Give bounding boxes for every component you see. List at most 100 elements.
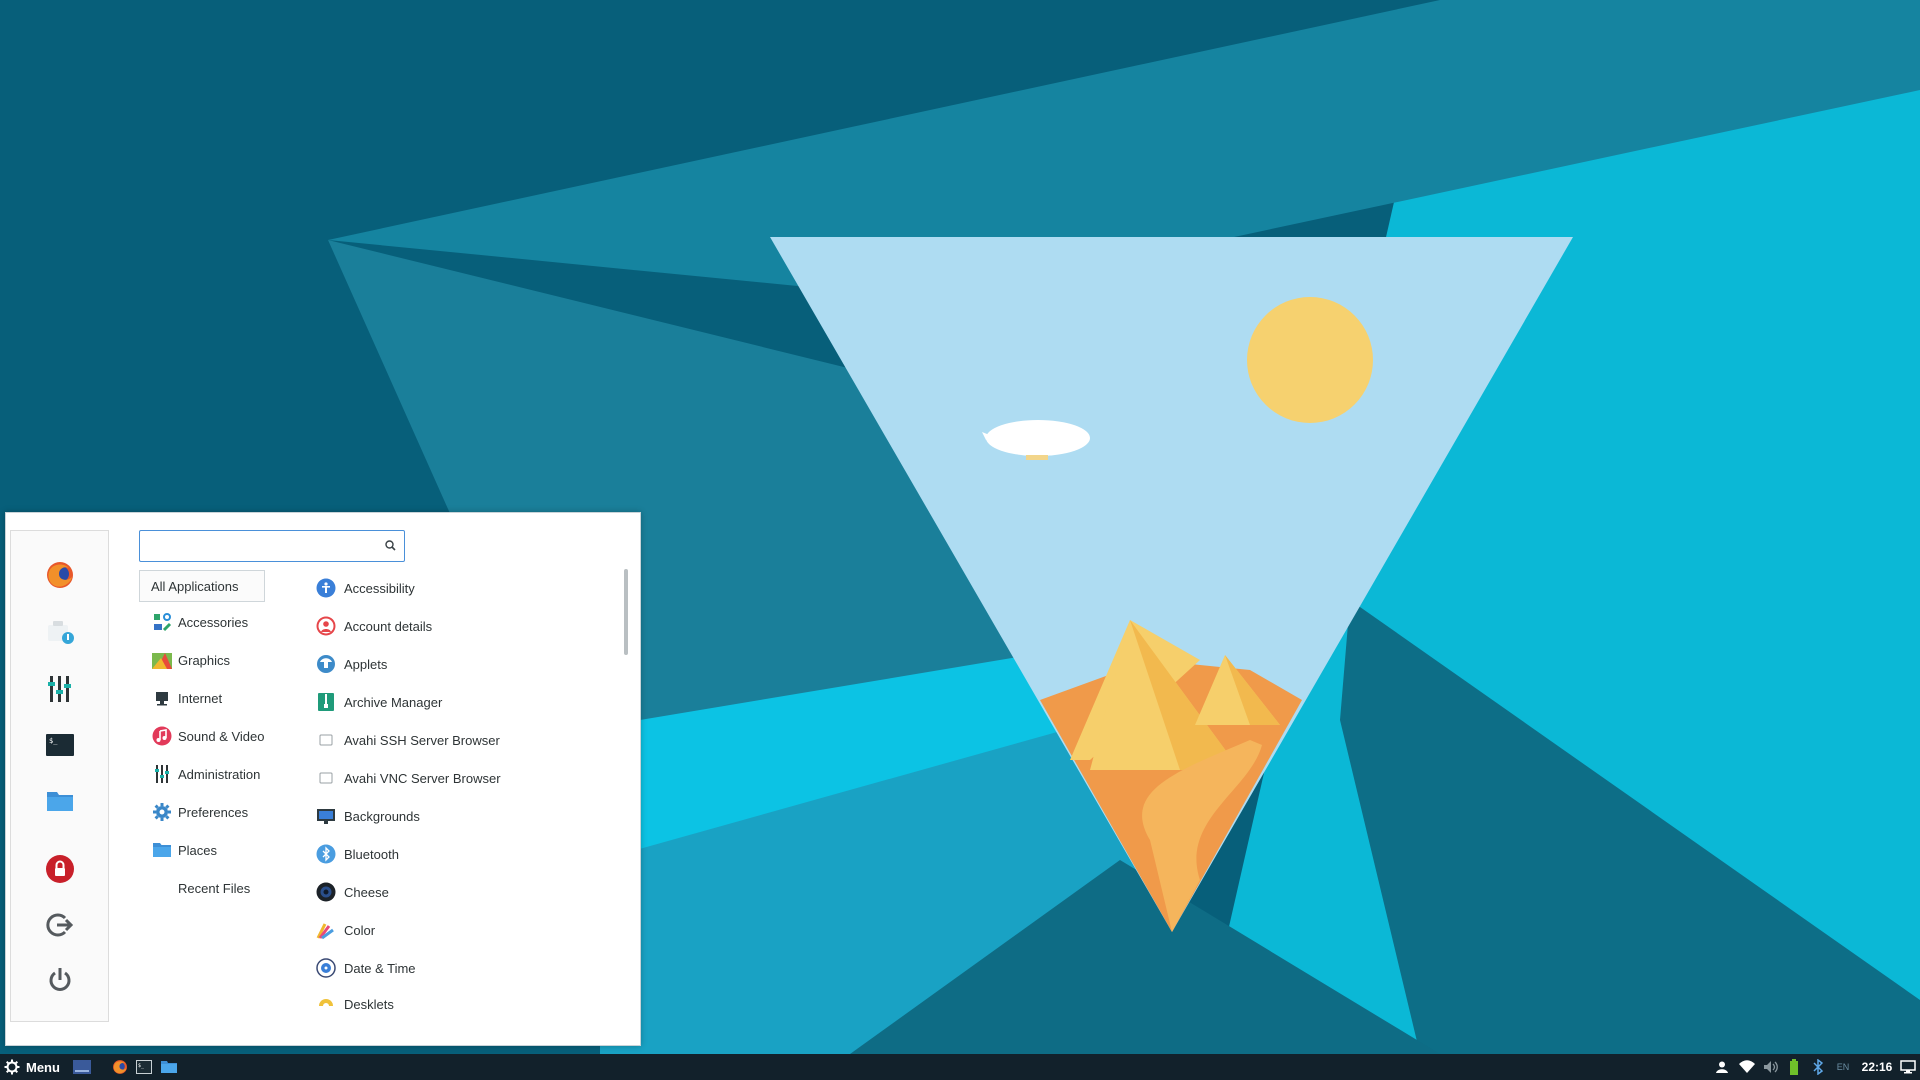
category-label: Graphics — [178, 652, 231, 668]
favorite-files[interactable] — [43, 784, 77, 818]
graphics-icon — [151, 649, 173, 671]
backgrounds-icon — [316, 806, 336, 826]
wifi-icon — [1739, 1060, 1755, 1073]
launcher-files[interactable] — [158, 1054, 180, 1080]
category-places[interactable]: Places — [139, 834, 265, 866]
settings-icon — [48, 676, 71, 702]
app-label: Cheese — [344, 884, 389, 900]
category-accessories[interactable]: Accessories — [139, 606, 265, 638]
category-preferences[interactable]: Preferences — [139, 796, 265, 828]
app-desklets[interactable]: Desklets — [316, 992, 616, 1012]
category-all-applications[interactable]: All Applications — [139, 570, 265, 602]
battery-icon — [1790, 1059, 1798, 1075]
folder-icon — [161, 1061, 177, 1073]
app-date-time[interactable]: Date & Time — [316, 954, 616, 982]
power-icon — [49, 968, 71, 991]
bluetooth-icon — [1813, 1059, 1823, 1075]
color-icon — [316, 920, 336, 940]
category-label: Administration — [178, 766, 261, 782]
keyboard-layout-applet[interactable]: EN — [1832, 1054, 1854, 1080]
app-label: Desklets — [344, 997, 394, 1012]
app-avahi-ssh[interactable]: Avahi SSH Server Browser — [316, 726, 616, 754]
app-bluetooth[interactable]: Bluetooth — [316, 840, 616, 868]
search-input[interactable] — [144, 535, 378, 559]
accessories-icon — [151, 611, 173, 633]
category-recent-files[interactable]: Recent Files — [139, 872, 265, 904]
recent-files-spacer — [151, 877, 173, 899]
search-icon — [385, 540, 396, 551]
app-label: Applets — [344, 656, 388, 672]
software-manager-icon — [48, 621, 74, 644]
administration-icon — [151, 763, 173, 785]
sound-applet[interactable] — [1760, 1054, 1782, 1080]
app-account-details[interactable]: Account details — [316, 612, 616, 640]
app-label: Bluetooth — [344, 846, 399, 862]
app-label: Accessibility — [344, 580, 415, 596]
menu-button[interactable]: Menu — [4, 1054, 64, 1080]
launcher-terminal[interactable]: $_ — [134, 1054, 154, 1080]
lock-screen-button[interactable] — [43, 852, 77, 886]
network-applet[interactable] — [1736, 1054, 1758, 1080]
application-menu: $_ All Applications Accessories Graphics… — [5, 512, 641, 1046]
generic-app-icon — [316, 768, 336, 788]
app-cheese[interactable]: Cheese — [316, 878, 616, 906]
app-color[interactable]: Color — [316, 916, 616, 944]
volume-icon — [1764, 1061, 1778, 1073]
bottom-panel: Menu $_ EN 22:16 — [0, 1054, 1920, 1080]
firefox-icon — [113, 1060, 127, 1074]
user-applet[interactable] — [1712, 1054, 1732, 1080]
sound-video-icon — [151, 725, 173, 747]
logout-button[interactable] — [43, 908, 77, 942]
search-field[interactable] — [139, 530, 405, 562]
accessibility-icon — [316, 578, 336, 598]
category-label: Internet — [178, 690, 223, 706]
category-graphics[interactable]: Graphics — [139, 644, 265, 676]
favorite-firefox[interactable] — [43, 558, 77, 592]
display-icon — [1900, 1060, 1916, 1074]
power-button[interactable] — [43, 963, 77, 997]
svg-text:$_: $_ — [138, 1063, 145, 1069]
category-label: Accessories — [178, 614, 249, 630]
app-label: Backgrounds — [344, 808, 420, 824]
cheese-icon — [316, 882, 336, 902]
launcher-firefox[interactable] — [110, 1054, 130, 1080]
app-label: Color — [344, 922, 376, 938]
favorite-settings[interactable] — [43, 672, 77, 706]
app-label: Account details — [344, 618, 433, 634]
clock-applet[interactable]: 22:16 — [1856, 1054, 1898, 1080]
app-backgrounds[interactable]: Backgrounds — [316, 802, 616, 830]
show-desktop-button[interactable] — [70, 1054, 94, 1080]
app-applets[interactable]: Applets — [316, 650, 616, 678]
account-icon — [316, 616, 336, 636]
show-desktop-icon — [73, 1060, 91, 1074]
desklets-icon — [316, 992, 336, 1012]
favorite-terminal[interactable]: $_ — [43, 728, 77, 762]
generic-app-icon — [316, 730, 336, 750]
terminal-icon: $_ — [136, 1060, 152, 1074]
bluetooth-applet[interactable] — [1808, 1054, 1828, 1080]
category-administration[interactable]: Administration — [139, 758, 265, 790]
category-label: Preferences — [178, 804, 249, 820]
applets-icon — [316, 654, 336, 674]
category-internet[interactable]: Internet — [139, 682, 265, 714]
app-archive-manager[interactable]: Archive Manager — [316, 688, 616, 716]
category-label: Recent Files — [178, 880, 251, 896]
logout-icon — [46, 913, 74, 937]
app-accessibility[interactable]: Accessibility — [316, 574, 616, 602]
power-applet[interactable] — [1784, 1054, 1804, 1080]
app-label: Avahi VNC Server Browser — [344, 770, 501, 786]
app-avahi-vnc[interactable]: Avahi VNC Server Browser — [316, 764, 616, 792]
menu-label: Menu — [26, 1059, 60, 1075]
favorite-software-manager[interactable] — [43, 615, 77, 649]
clock-label: 22:16 — [1861, 1060, 1893, 1074]
folder-icon — [47, 792, 73, 811]
preferences-icon — [151, 801, 173, 823]
app-label: Date & Time — [344, 960, 416, 976]
app-list-scrollbar[interactable] — [624, 569, 628, 655]
bluetooth-icon — [316, 844, 336, 864]
app-label: Archive Manager — [344, 694, 443, 710]
keyboard-layout-label: EN — [1836, 1062, 1850, 1072]
category-sound-video[interactable]: Sound & Video — [139, 720, 265, 752]
favorites-sidebar: $_ — [10, 530, 109, 1022]
workspace-applet[interactable] — [1898, 1054, 1918, 1080]
